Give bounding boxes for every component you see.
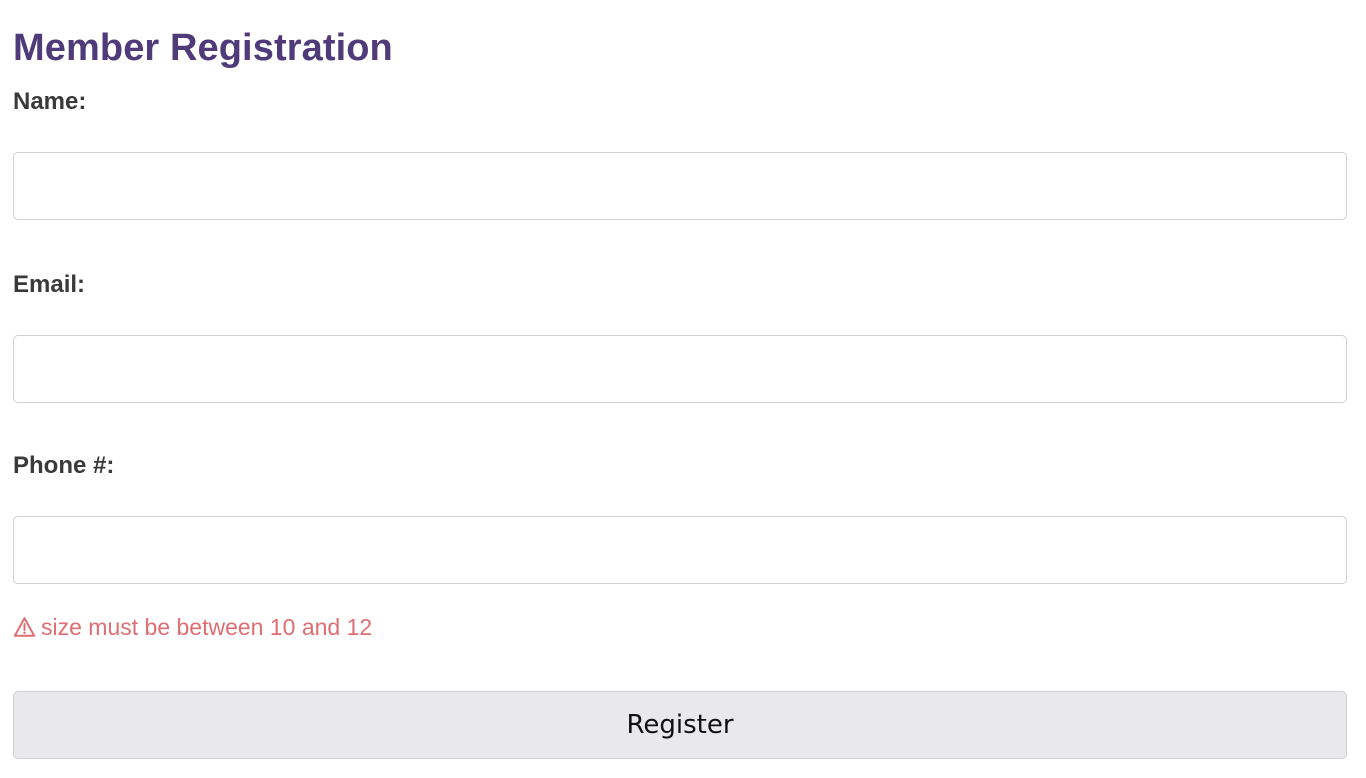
registration-page: Member Registration Name: Email: Phone #… bbox=[0, 0, 1366, 778]
name-input[interactable] bbox=[13, 152, 1347, 220]
email-label: Email: bbox=[13, 271, 86, 298]
register-button[interactable]: Register bbox=[13, 691, 1347, 759]
name-label: Name: bbox=[13, 88, 87, 115]
warning-icon bbox=[13, 616, 36, 638]
phone-error-message: size must be between 10 and 12 bbox=[13, 613, 1347, 641]
phone-label: Phone #: bbox=[13, 452, 115, 479]
phone-error-text: size must be between 10 and 12 bbox=[41, 614, 373, 640]
registration-form: Name: Email: Phone #: size must be betwe… bbox=[13, 87, 1347, 759]
phone-input[interactable] bbox=[13, 516, 1347, 584]
email-input[interactable] bbox=[13, 335, 1347, 403]
page-title: Member Registration bbox=[13, 27, 393, 69]
